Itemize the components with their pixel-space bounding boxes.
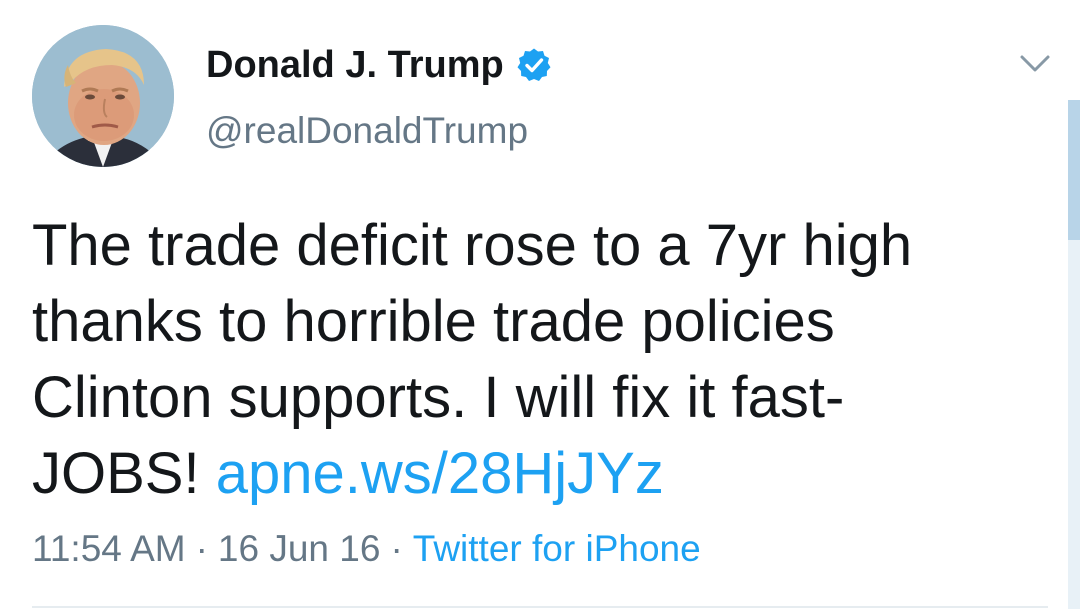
tweet-source[interactable]: Twitter for iPhone: [413, 528, 701, 569]
divider: [32, 606, 1048, 608]
tweet-text-line: The trade deficit rose to a 7yr high: [32, 213, 913, 278]
user-handle[interactable]: @realDonaldTrump: [206, 110, 528, 152]
tweet-text: The trade deficit rose to a 7yr high tha…: [32, 208, 1032, 512]
tweet-text-fragment: JOBS!: [32, 441, 216, 506]
tweet-time[interactable]: 11:54 AM: [32, 528, 186, 569]
meta-separator: ·: [195, 528, 208, 569]
verified-badge-icon: [516, 47, 552, 83]
tweet-text-line: Clinton supports. I will fix it fast-: [32, 365, 845, 430]
tweet-link[interactable]: apne.ws/28HjJYz: [216, 441, 664, 506]
avatar-portrait-icon: [32, 25, 174, 167]
meta-separator: ·: [390, 528, 403, 569]
scrollbar-thumb[interactable]: [1068, 100, 1080, 240]
avatar[interactable]: [32, 25, 174, 167]
display-name[interactable]: Donald J. Trump: [206, 44, 504, 87]
tweet-card: Donald J. Trump @realDonaldTrump The tra…: [0, 0, 1080, 609]
chevron-down-icon[interactable]: [1018, 52, 1052, 76]
tweet-metadata: 11:54 AM · 16 Jun 16 · Twitter for iPhone: [32, 528, 701, 570]
tweet-text-line: thanks to horrible trade policies: [32, 289, 835, 354]
tweet-text-line: JOBS! apne.ws/28HjJYz: [32, 436, 1032, 512]
author-name-row[interactable]: Donald J. Trump: [206, 42, 552, 88]
tweet-date[interactable]: 16 Jun 16: [218, 528, 381, 569]
